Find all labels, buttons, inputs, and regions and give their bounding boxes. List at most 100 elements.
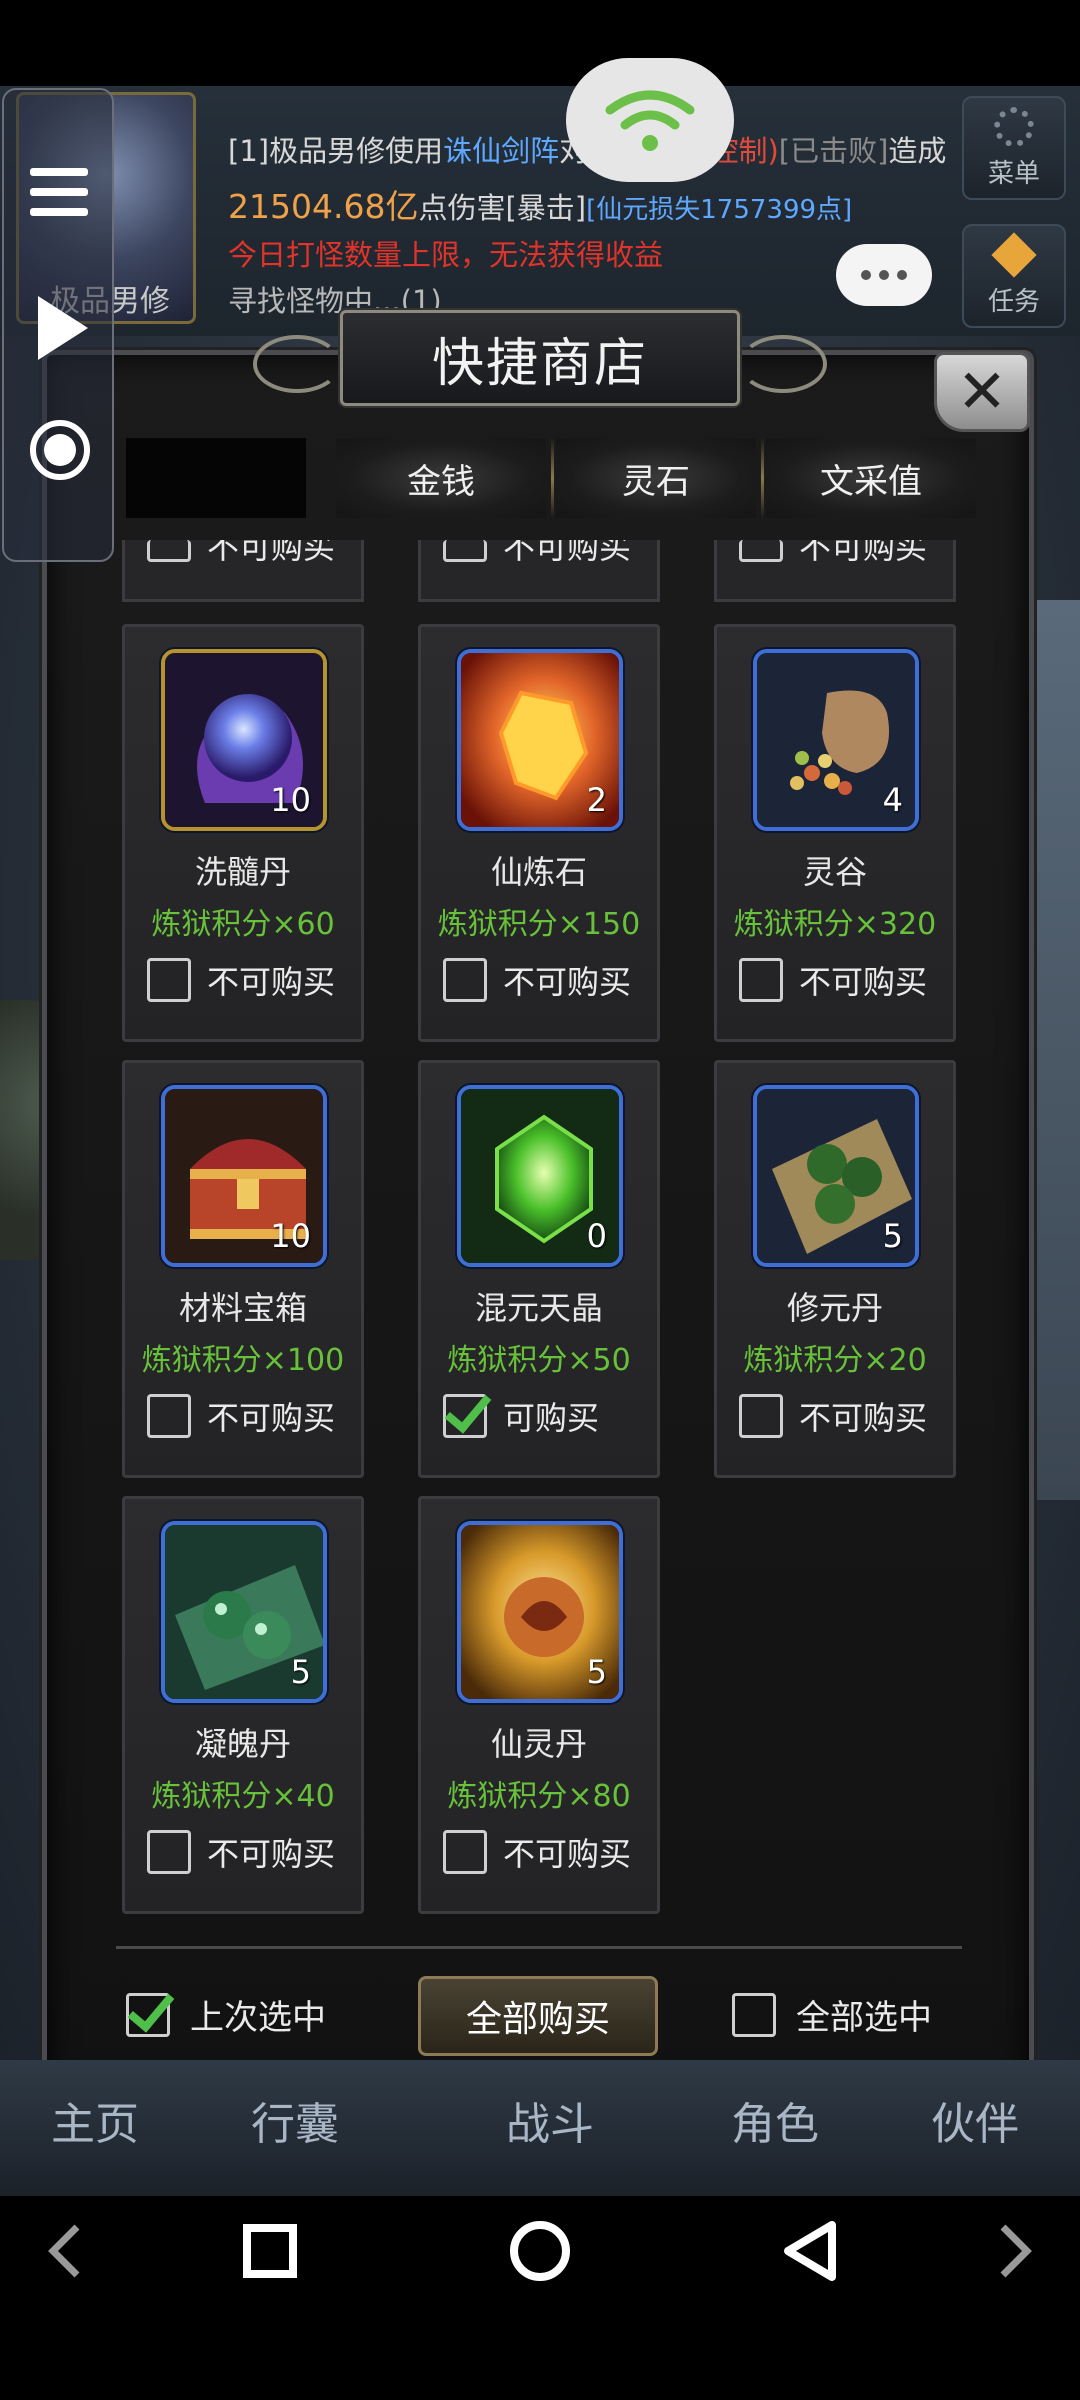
item-name: 仙灵丹	[490, 1725, 587, 1763]
buy-checkbox[interactable]	[147, 958, 191, 1002]
home-icon[interactable]	[500, 2196, 580, 2306]
buy-checkbox[interactable]	[147, 1830, 191, 1874]
treasure-chest-icon: 10	[161, 1085, 327, 1267]
buy-toggle[interactable]: 不可购买	[443, 1827, 631, 1877]
grain-sack-icon: 4	[753, 649, 919, 831]
item-card[interactable]: 5 凝魄丹 炼狱积分×40 不可购买	[122, 1496, 364, 1914]
last-selected-checkbox[interactable]	[126, 1992, 170, 2037]
buy-checkbox[interactable]	[739, 958, 783, 1002]
tab-money[interactable]: 金钱	[336, 438, 546, 518]
last-selected-toggle[interactable]: 上次选中	[126, 1990, 326, 2039]
tab-blank[interactable]	[126, 438, 306, 518]
buy-checkbox[interactable]	[443, 958, 487, 1002]
item-price: 炼狱积分×80	[447, 1779, 631, 1814]
item-name: 凝魄丹	[194, 1725, 291, 1763]
item-card-partial[interactable]: 不可购买	[714, 540, 956, 602]
buy-checkbox[interactable]	[147, 1394, 191, 1438]
item-name: 材料宝箱	[178, 1289, 307, 1327]
shop-title-plate: 快捷商店	[253, 310, 827, 406]
footer-divider	[116, 1946, 962, 1949]
status-bar	[0, 0, 1080, 86]
item-card[interactable]: 0 混元天晶 炼狱积分×50 可购买	[418, 1060, 660, 1478]
wifi-icon	[605, 90, 695, 151]
recents-icon[interactable]	[230, 2196, 310, 2306]
nav-battle[interactable]: 战斗	[440, 2060, 660, 2180]
item-card[interactable]: 2 仙炼石 炼狱积分×150 不可购买	[418, 624, 660, 1042]
item-price: 炼狱积分×320	[733, 907, 937, 942]
item-price: 炼狱积分×50	[447, 1343, 631, 1378]
buy-checkbox[interactable]	[147, 540, 191, 562]
close-icon: ✕	[956, 357, 1008, 427]
dot	[861, 270, 871, 280]
item-card[interactable]: 4 灵谷 炼狱积分×320 不可购买	[714, 624, 956, 1042]
tab-literary[interactable]: 文采值	[766, 438, 976, 518]
play-icon[interactable]	[38, 296, 88, 360]
buy-checkbox[interactable]	[443, 1394, 487, 1438]
item-name: 仙炼石	[490, 853, 587, 891]
item-price: 炼狱积分×60	[151, 907, 335, 942]
nav-partner[interactable]: 伙伴	[880, 2060, 1070, 2180]
item-price: 炼狱积分×20	[743, 1343, 927, 1378]
chevron-left-icon[interactable]	[30, 2196, 100, 2306]
buy-toggle[interactable]: 不可购买	[739, 1391, 927, 1441]
item-name: 洗髓丹	[194, 853, 291, 891]
item-grid: 不可购买 不可购买 不可购买 10 洗髓丹 炼狱积分×60 不可购买 2 仙炼石…	[60, 540, 990, 1920]
purple-orb-icon: 10	[161, 649, 327, 831]
wifi-indicator	[566, 58, 734, 182]
chat-button[interactable]	[836, 244, 932, 306]
menu-button[interactable]: 菜单	[962, 96, 1066, 200]
task-button[interactable]: 任务	[962, 224, 1066, 328]
diamond-icon	[991, 232, 1037, 278]
tab-separator	[761, 438, 764, 518]
menu-icon[interactable]	[30, 168, 88, 228]
green-pills-icon: 5	[753, 1085, 919, 1267]
battle-log-line: 今日打怪数量上限，无法获得收益	[228, 238, 664, 272]
buy-checkbox[interactable]	[443, 1830, 487, 1874]
tab-spirit-stone[interactable]: 灵石	[556, 438, 756, 518]
item-name: 灵谷	[802, 853, 867, 891]
item-card[interactable]: 5 仙灵丹 炼狱积分×80 不可购买	[418, 1496, 660, 1914]
item-card-partial[interactable]: 不可购买	[122, 540, 364, 602]
item-price: 炼狱积分×150	[437, 907, 641, 942]
buy-toggle[interactable]: 不可购买	[147, 955, 335, 1005]
item-card-partial[interactable]: 不可购买	[418, 540, 660, 602]
buy-all-button[interactable]: 全部购买	[418, 1976, 658, 2056]
item-card[interactable]: 10 材料宝箱 炼狱积分×100 不可购买	[122, 1060, 364, 1478]
item-name: 混元天晶	[474, 1289, 603, 1327]
jade-pills-icon: 5	[161, 1521, 327, 1703]
item-price: 炼狱积分×40	[151, 1779, 335, 1814]
close-button[interactable]: ✕	[934, 352, 1030, 432]
nav-home[interactable]: 主页	[0, 2060, 190, 2180]
buy-checkbox[interactable]	[739, 540, 783, 562]
screen-recorder-overlay	[2, 88, 114, 562]
buy-checkbox[interactable]	[739, 1394, 783, 1438]
select-all-checkbox[interactable]	[732, 1992, 776, 2037]
buy-toggle[interactable]: 不可购买	[443, 955, 631, 1005]
chevron-right-icon[interactable]	[980, 2196, 1050, 2306]
record-icon[interactable]	[30, 420, 90, 480]
dot	[897, 270, 907, 280]
gear-icon	[994, 107, 1034, 147]
select-all-toggle[interactable]: 全部选中	[732, 1990, 932, 2039]
shop-tabs: 金钱 灵石 文采值	[126, 438, 976, 518]
item-card[interactable]: 5 修元丹 炼狱积分×20 不可购买	[714, 1060, 956, 1478]
nav-bag[interactable]: 行囊	[200, 2060, 390, 2180]
buy-toggle[interactable]: 不可购买	[739, 955, 927, 1005]
battle-log-line: 21504.68亿点伤害[暴击][仙元损失1757399点]	[228, 187, 853, 226]
fire-crystal-icon: 2	[457, 649, 623, 831]
tab-separator	[551, 438, 554, 518]
dot	[879, 270, 889, 280]
shop-title: 快捷商店	[431, 333, 648, 394]
buy-toggle[interactable]: 可购买	[443, 1391, 599, 1441]
item-card[interactable]: 10 洗髓丹 炼狱积分×60 不可购买	[122, 624, 364, 1042]
shop-footer: 上次选中 全部购买 全部选中	[126, 1970, 956, 2060]
item-name: 修元丹	[786, 1289, 883, 1327]
buy-toggle[interactable]: 不可购买	[147, 1391, 335, 1441]
buy-toggle[interactable]: 不可购买	[147, 1827, 335, 1877]
green-gem-icon: 0	[457, 1085, 623, 1267]
nav-character[interactable]: 角色	[680, 2060, 870, 2180]
back-icon[interactable]	[770, 2196, 850, 2306]
golden-pill-icon: 5	[457, 1521, 623, 1703]
item-price: 炼狱积分×100	[141, 1343, 345, 1378]
buy-checkbox[interactable]	[443, 540, 487, 562]
